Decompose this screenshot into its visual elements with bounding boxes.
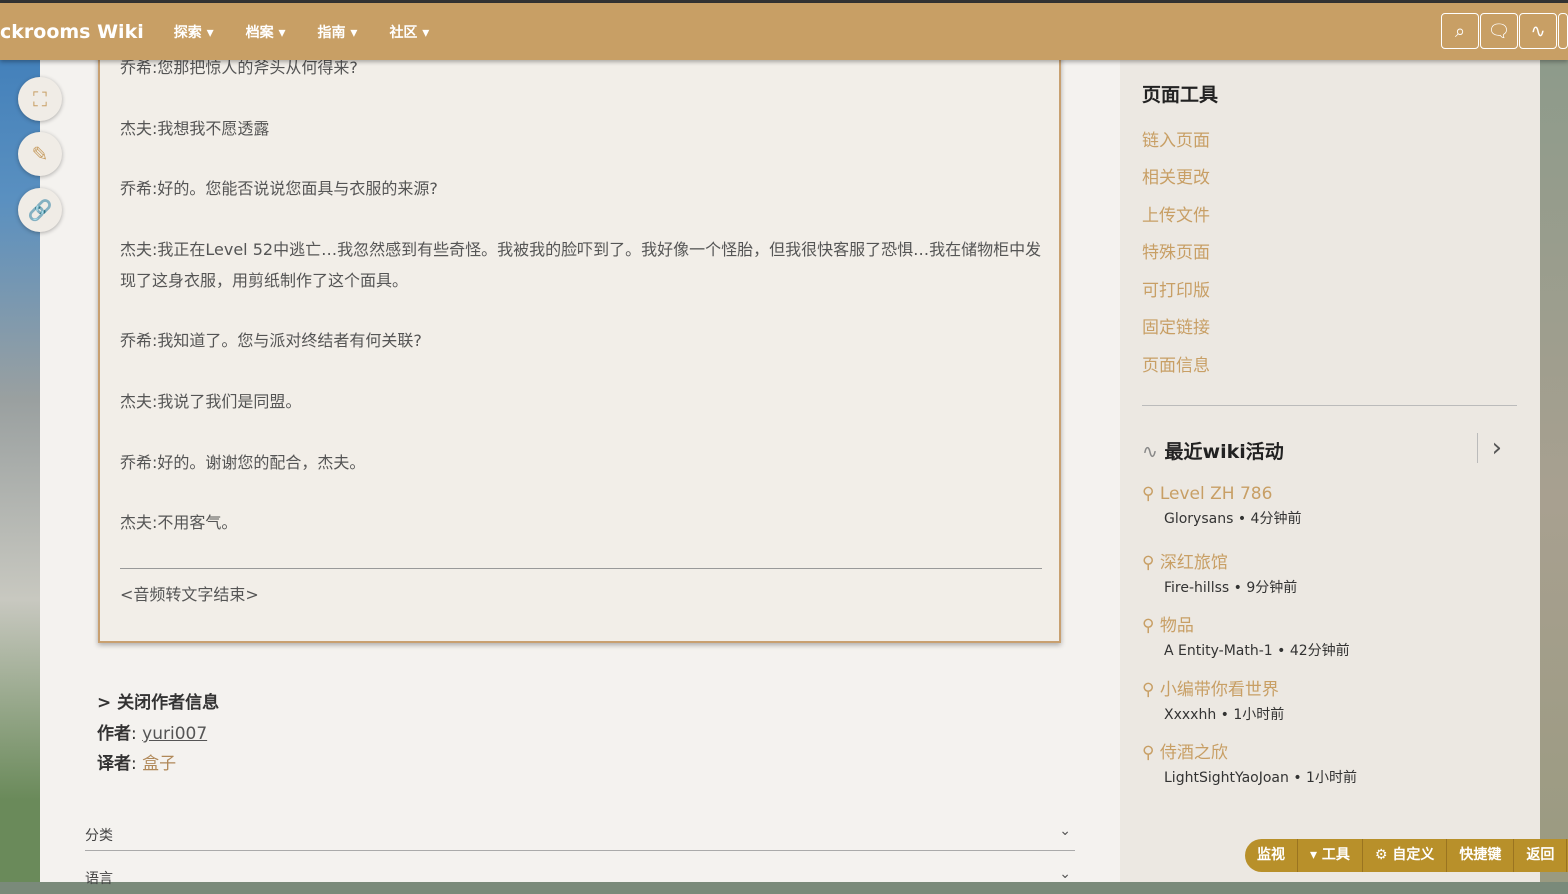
search-icon[interactable]: ⌕ xyxy=(1441,13,1479,49)
activity-item: ⚲ Level ZH 786 Glorysans • 4分钟前 xyxy=(1142,484,1301,528)
translator-label: 译者 xyxy=(97,754,131,774)
activity-icon: ∿ xyxy=(1142,441,1158,463)
activity-meta: Xxxxhh • 1小时前 xyxy=(1164,707,1285,723)
dialogue-line: 杰夫:我正在Level 52中逃亡…我忽然感到有些奇怪。我被我的脸吓到了。我好像… xyxy=(120,240,1042,290)
discussion-icon[interactable]: 🗨 xyxy=(1480,13,1518,49)
author-info-toggle[interactable]: > 关闭作者信息 xyxy=(97,688,219,713)
tool-link[interactable]: 页面信息 xyxy=(1142,351,1210,376)
dialogue-line: 杰夫:我想我不愿透露 xyxy=(120,119,270,138)
nav-explore[interactable]: 探索 ▾ xyxy=(174,22,214,42)
chevron-down-icon: ⌄ xyxy=(1059,866,1071,882)
dialogue-line: 杰夫:我说了我们是同盟。 xyxy=(120,392,302,411)
recent-activity-header: ∿ 最近wiki活动 › xyxy=(1142,433,1502,464)
activity-link[interactable]: ⚲ 深红旅馆 xyxy=(1142,548,1297,573)
tool-link[interactable]: 特殊页面 xyxy=(1142,238,1210,263)
activity-link[interactable]: ⚲ 小编带你看世界 xyxy=(1142,675,1284,700)
end-note: <音频转文字结束> xyxy=(120,585,259,604)
fold-label: 语言 xyxy=(85,871,113,887)
recent-activity-title: 最近wiki活动 xyxy=(1164,441,1284,463)
dialogue-line: 杰夫:不用客气。 xyxy=(120,513,238,532)
dialogue-line: 乔希:好的。谢谢您的配合，杰夫。 xyxy=(120,453,366,472)
nav-guide[interactable]: 指南 ▾ xyxy=(318,22,358,42)
activity-link[interactable]: ⚲ Level ZH 786 xyxy=(1142,484,1301,504)
activity-item: ⚲ 侍酒之欣 LightSightYaoJoan • 1小时前 xyxy=(1142,738,1357,787)
activity-item: ⚲ 深红旅馆 Fire-hillss • 9分钟前 xyxy=(1142,548,1297,597)
activity-meta: LightSightYaoJoan • 1小时前 xyxy=(1164,770,1357,786)
activity-link[interactable]: ⚲ 侍酒之欣 xyxy=(1142,738,1357,763)
category-fold[interactable]: 分类 ⌄ xyxy=(85,823,1075,851)
tool-link[interactable]: 链入页面 xyxy=(1142,126,1210,151)
tool-link[interactable]: 上传文件 xyxy=(1142,201,1210,226)
nav-community[interactable]: 社区 ▾ xyxy=(389,22,429,42)
customize-button[interactable]: ⚙ 自定义 xyxy=(1363,839,1448,872)
more-icon[interactable] xyxy=(1558,13,1568,49)
fold-label: 分类 xyxy=(85,828,113,844)
dialogue-line: 乔希:我知道了。您与派对终结者有何关联? xyxy=(120,331,422,350)
chevron-down-icon: ⌄ xyxy=(1059,823,1071,839)
activity-item: ⚲ 物品 A Entity-Math-1 • 42分钟前 xyxy=(1142,611,1350,660)
activity-item: ⚲ 小编带你看世界 Xxxxhh • 1小时前 xyxy=(1142,675,1284,724)
activity-meta: A Entity-Math-1 • 42分钟前 xyxy=(1164,643,1350,659)
link-icon[interactable]: 🔗 xyxy=(18,188,62,232)
fullscreen-icon[interactable]: ⛶ xyxy=(18,77,62,121)
background-right xyxy=(1538,0,1568,882)
dialogue-line: 乔希:好的。您能否说说您面具与衣服的来源? xyxy=(120,179,438,198)
top-navbar: ckrooms Wiki 探索 ▾ 档案 ▾ 指南 ▾ 社区 ▾ ⌕ 🗨 ∿ xyxy=(0,3,1568,60)
chevron-right-icon[interactable]: › xyxy=(1476,433,1502,463)
activity-link[interactable]: ⚲ 物品 xyxy=(1142,611,1350,636)
back-button[interactable]: 返回 xyxy=(1514,839,1568,872)
language-fold[interactable]: 语言 ⌄ xyxy=(85,866,1075,894)
shortcuts-button[interactable]: 快捷键 xyxy=(1447,839,1515,872)
page-tools-title: 页面工具 xyxy=(1142,84,1219,106)
bottom-toolbar: 监视 ▾ 工具 ⚙ 自定义 快捷键 返回 xyxy=(1245,839,1568,872)
tool-link[interactable]: 相关更改 xyxy=(1142,163,1210,188)
translator-link[interactable]: 盒子 xyxy=(142,754,176,774)
edit-icon[interactable]: ✎ xyxy=(18,132,62,176)
nav-archive[interactable]: 档案 ▾ xyxy=(246,22,286,42)
activity-meta: Fire-hillss • 9分钟前 xyxy=(1164,580,1298,596)
watch-button[interactable]: 监视 xyxy=(1245,839,1298,872)
activity-meta: Glorysans • 4分钟前 xyxy=(1164,511,1302,527)
tools-button[interactable]: ▾ 工具 xyxy=(1298,839,1363,872)
transcript-card: 乔希:您那把惊人的斧头从何得来? 杰夫:我想我不愿透露 乔希:好的。您能否说说您… xyxy=(98,40,1061,643)
tool-link[interactable]: 可打印版 xyxy=(1142,276,1210,301)
author-label: 作者 xyxy=(97,724,131,744)
author-link[interactable]: yuri007 xyxy=(142,724,207,744)
divider xyxy=(120,568,1042,569)
divider xyxy=(1142,405,1517,406)
tool-link[interactable]: 固定链接 xyxy=(1142,313,1210,338)
activity-icon[interactable]: ∿ xyxy=(1519,13,1557,49)
site-logo[interactable]: ckrooms Wiki xyxy=(0,21,144,43)
